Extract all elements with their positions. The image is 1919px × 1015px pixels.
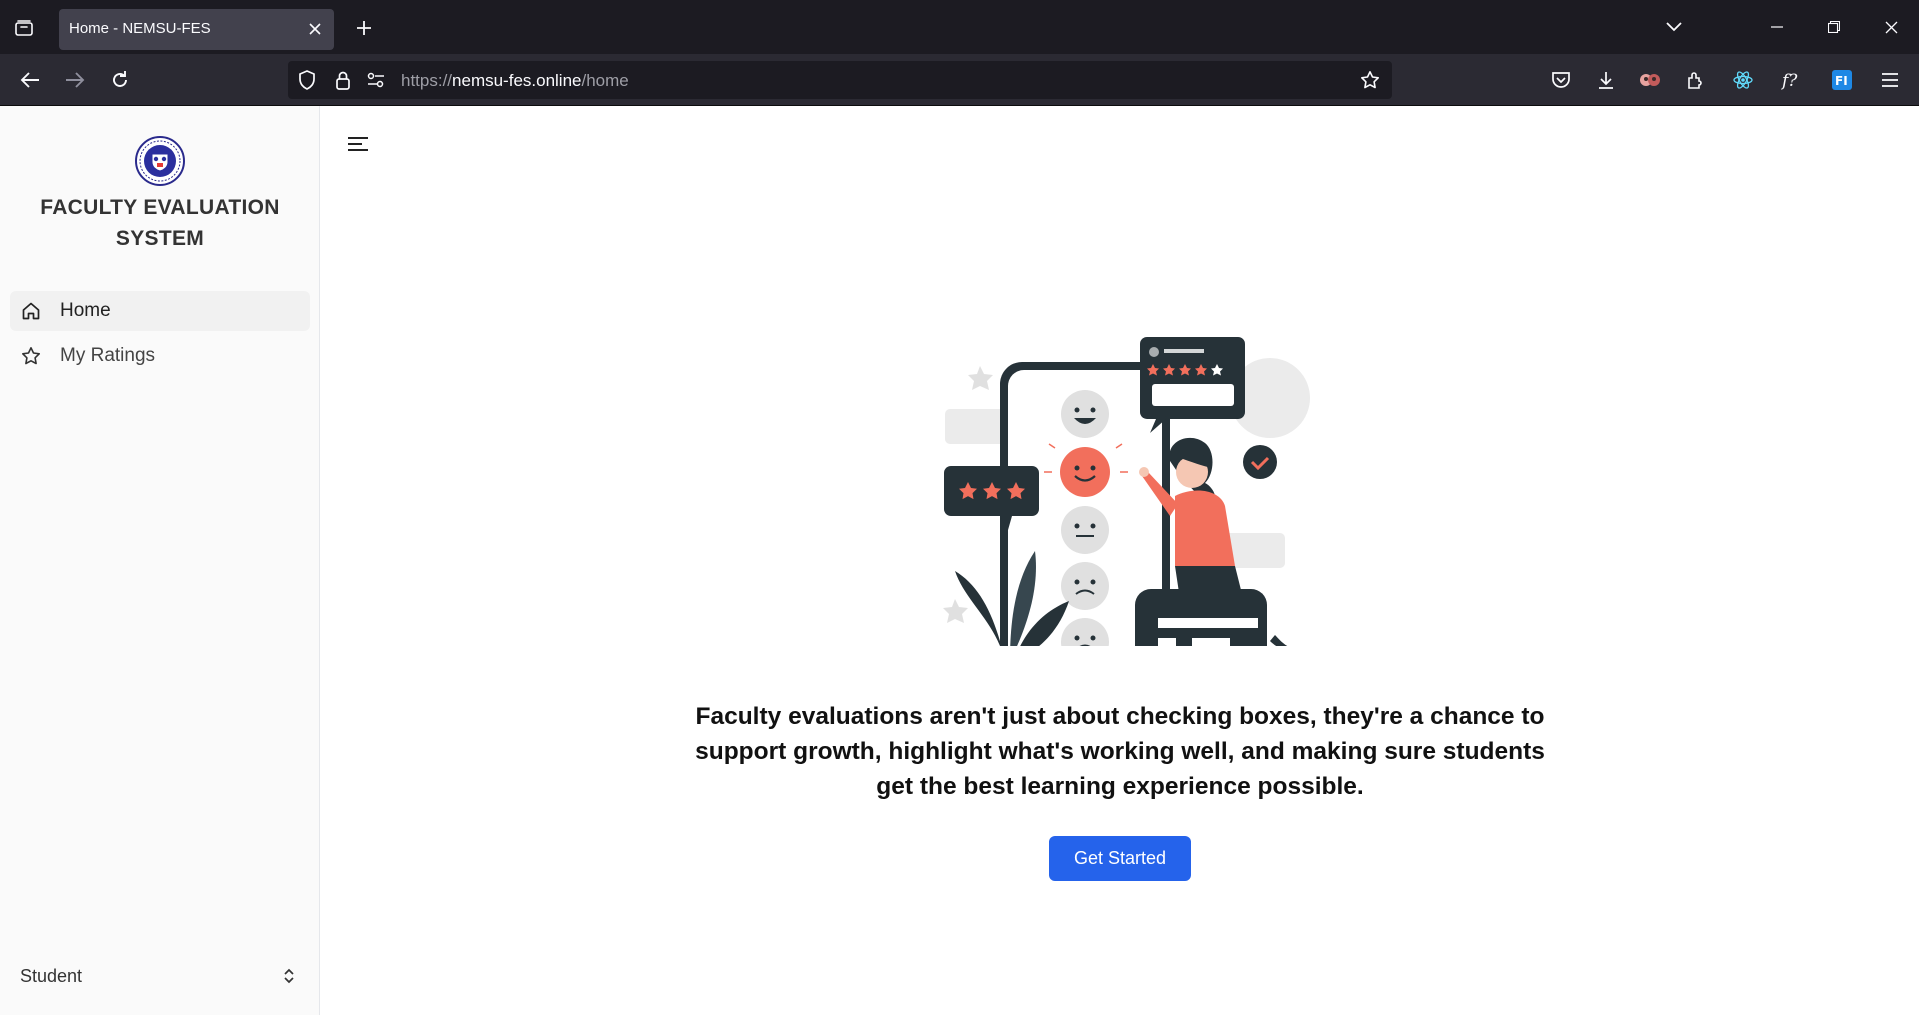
page: FACULTY EVALUATION SYSTEM Home My Rating…	[0, 106, 1919, 1015]
university-logo	[135, 136, 185, 186]
reload-icon[interactable]	[102, 62, 138, 98]
browser-nav-bar: https://nemsu-fes.online/home f? FI	[0, 54, 1919, 106]
app-menu-icon[interactable]	[1874, 64, 1906, 96]
browser-tab-active[interactable]: Home - NEMSU-FES	[59, 9, 334, 50]
pocket-icon[interactable]	[1545, 64, 1577, 96]
star-icon	[20, 345, 42, 367]
url-text: https://nemsu-fes.online/home	[401, 71, 629, 91]
downloads-icon[interactable]	[1590, 64, 1622, 96]
extension-avatars-icon[interactable]	[1634, 64, 1666, 96]
chevron-up-down-icon	[278, 965, 300, 987]
sidebar-item-my-ratings[interactable]: My Ratings	[10, 336, 310, 376]
close-tab-icon[interactable]	[304, 18, 326, 40]
close-window-icon[interactable]	[1871, 8, 1911, 46]
forward-icon[interactable]	[57, 62, 93, 98]
get-started-button[interactable]: Get Started	[1049, 836, 1191, 881]
role-label: Student	[20, 965, 83, 986]
minimize-icon[interactable]	[1757, 8, 1797, 46]
role-switcher[interactable]: Student	[10, 956, 310, 996]
fi-extension-icon[interactable]: FI	[1826, 64, 1858, 96]
url-path: /home	[581, 71, 629, 90]
bookmark-star-icon[interactable]	[1358, 68, 1382, 92]
sidebar-item-label: Home	[60, 300, 111, 321]
tab-list-icon[interactable]	[8, 12, 40, 44]
lock-icon[interactable]	[331, 68, 355, 92]
browser-tab-bar: Home - NEMSU-FES	[0, 0, 1919, 54]
sidebar-item-home[interactable]: Home	[10, 291, 310, 331]
tracking-shield-icon[interactable]	[295, 68, 319, 92]
svg-text:f?: f?	[1781, 71, 1798, 90]
extensions-puzzle-icon[interactable]	[1679, 64, 1711, 96]
sidebar: FACULTY EVALUATION SYSTEM Home My Rating…	[0, 106, 320, 1015]
react-devtools-icon[interactable]	[1727, 64, 1759, 96]
tagline-text: Faculty evaluations aren't just about ch…	[695, 703, 1545, 800]
sidebar-item-label: My Ratings	[60, 345, 156, 366]
new-tab-icon[interactable]	[348, 12, 380, 44]
sidebar-toggle-icon[interactable]	[344, 130, 372, 158]
home-icon	[20, 300, 42, 322]
list-all-tabs-icon[interactable]	[1654, 8, 1694, 46]
feedback-illustration	[930, 286, 1310, 695]
permissions-icon[interactable]	[364, 68, 388, 92]
app-title: FACULTY EVALUATION SYSTEM	[40, 196, 280, 250]
font-identifier-icon[interactable]: f?	[1776, 64, 1808, 96]
url-host: nemsu-fes.online	[452, 71, 582, 90]
url-scheme: https://	[401, 71, 453, 90]
restore-icon[interactable]	[1814, 8, 1854, 46]
address-bar[interactable]: https://nemsu-fes.online/home	[288, 61, 1392, 99]
tab-title: Home - NEMSU-FES	[69, 20, 211, 37]
back-icon[interactable]	[12, 62, 48, 98]
svg-text:FI: FI	[1835, 74, 1848, 88]
